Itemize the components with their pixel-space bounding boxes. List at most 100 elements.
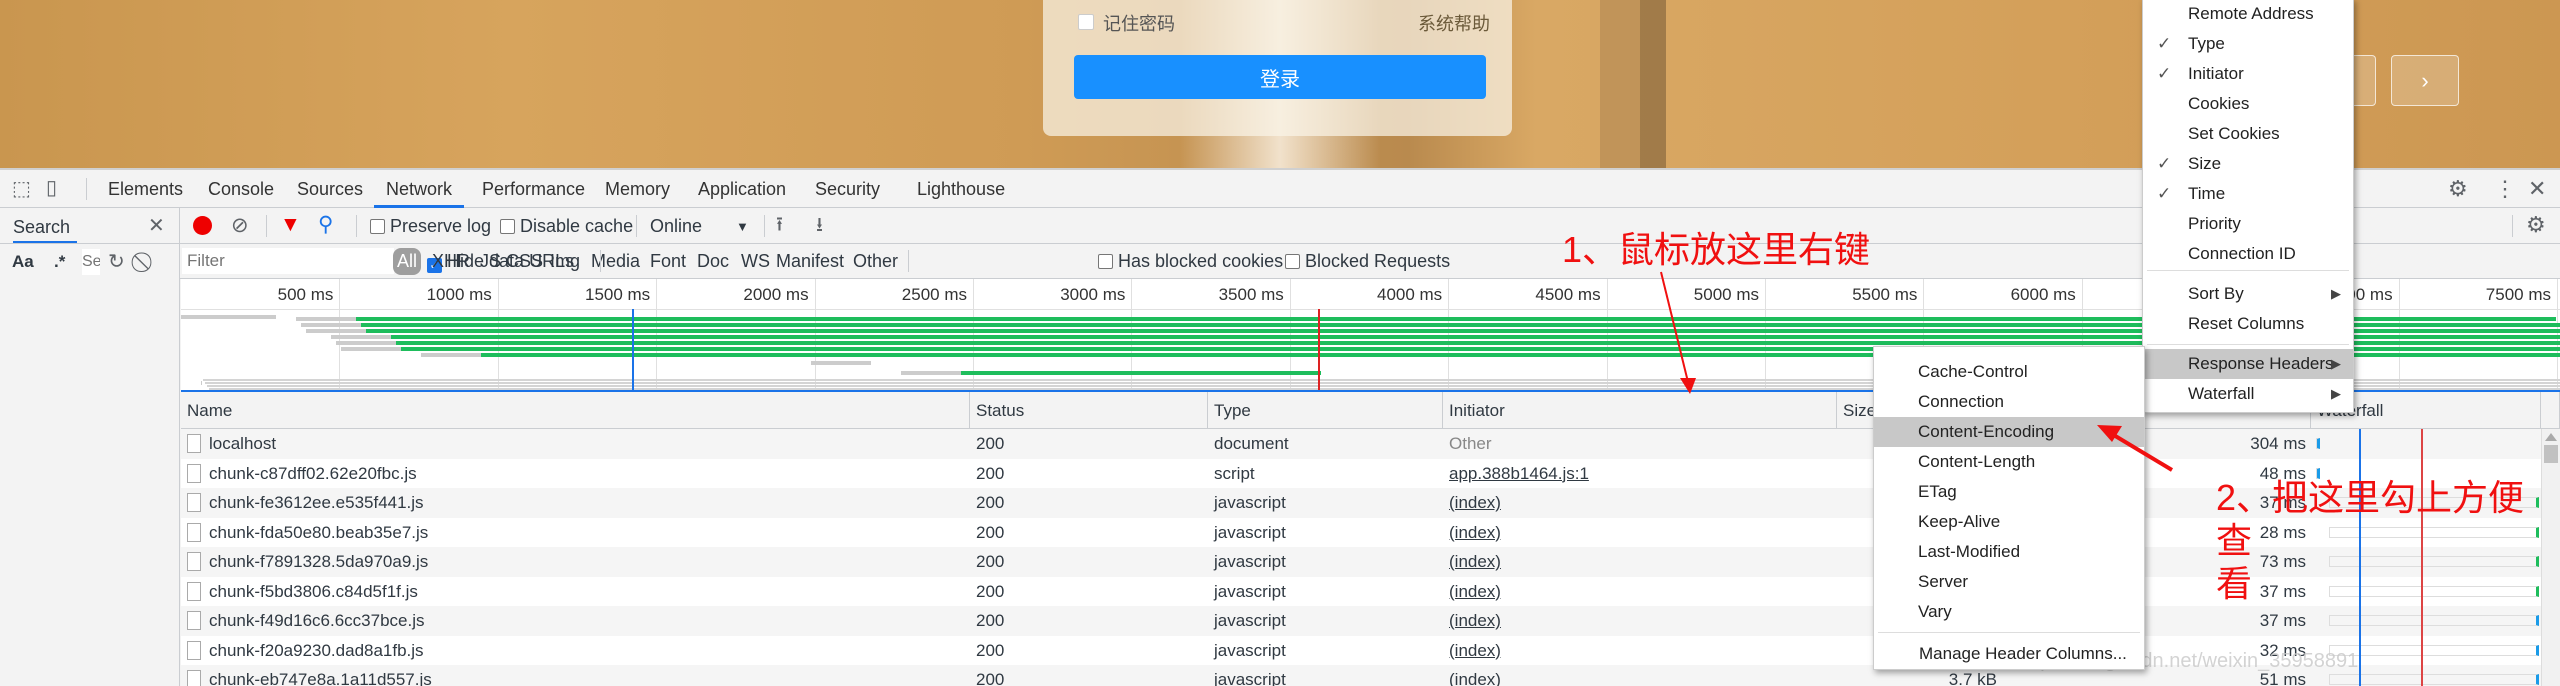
device-toolbar-icon[interactable]: ▯ [46, 178, 57, 198]
table-row[interactable]: chunk-c87dff02.62e20fbc.js 200 script ap… [181, 458, 2560, 489]
menu-item-cookies[interactable]: Cookies [2143, 89, 2353, 119]
type-filter-ws[interactable]: WS [741, 251, 770, 272]
filter-input[interactable] [182, 248, 394, 274]
menu-item-connection[interactable]: Connection [1874, 387, 2144, 417]
remember-checkbox[interactable] [1078, 14, 1094, 30]
cell-initiator[interactable]: app.388b1464.js:1 [1443, 459, 1589, 489]
match-case-toggle[interactable]: Aa [12, 252, 34, 272]
cell-type: script [1214, 463, 1255, 483]
throttling-select[interactable]: Online ▼ [650, 216, 750, 237]
menu-item-content-encoding[interactable]: Content-Encoding [1874, 417, 2144, 447]
type-filter-css[interactable]: CSS [506, 251, 543, 272]
menu-item-last-modified[interactable]: Last-Modified [1874, 537, 2144, 567]
menu-item-response-headers[interactable]: Response Headers ▶ [2143, 349, 2353, 379]
tab-performance[interactable]: Performance [482, 170, 585, 208]
type-filter-other[interactable]: Other [853, 251, 898, 272]
type-filter-media[interactable]: Media [591, 251, 640, 272]
type-filter-font[interactable]: Font [650, 251, 686, 272]
login-button[interactable]: 登录 [1074, 55, 1486, 99]
table-row[interactable]: chunk-f49d16c6.6cc37bce.js 200 javascrip… [181, 606, 2560, 636]
tab-memory[interactable]: Memory [605, 170, 670, 208]
refresh-icon[interactable]: ↻ [108, 252, 125, 272]
overview-request-bar [811, 361, 871, 365]
blocked-requests-checkbox[interactable]: Blocked Requests [1285, 251, 1450, 272]
menu-item-etag[interactable]: ETag [1874, 477, 2144, 507]
inspect-element-icon[interactable]: ⬚ [12, 179, 31, 199]
timeline-tick: 2000 ms [743, 285, 809, 304]
tab-sources[interactable]: Sources [297, 170, 363, 208]
table-row[interactable]: chunk-fda50e80.beab35e7.js 200 javascrip… [181, 517, 2560, 548]
tab-lighthouse[interactable]: Lighthouse [917, 170, 1005, 208]
timeline-tick: 1000 ms [426, 285, 492, 304]
column-header-name[interactable]: Name [181, 392, 970, 429]
column-header-type[interactable]: Type [1208, 392, 1443, 429]
menu-item-waterfall[interactable]: Waterfall ▶ [2143, 379, 2353, 409]
table-row[interactable]: chunk-f5bd3806.c84d5f1f.js 200 javascrip… [181, 576, 2560, 607]
menu-item-initiator[interactable]: ✓ Initiator [2143, 59, 2353, 89]
cell-initiator[interactable]: (index) [1443, 665, 1501, 686]
table-row[interactable]: localhost 200 document Other 304 ms [181, 429, 2560, 459]
menu-item-cache-control[interactable]: Cache-Control [1874, 357, 2144, 387]
menu-item-keep-alive[interactable]: Keep-Alive [1874, 507, 2144, 537]
carousel-next-button[interactable]: › [2391, 55, 2459, 106]
type-filter-manifest[interactable]: Manifest [776, 251, 844, 272]
type-filter-doc[interactable]: Doc [697, 251, 729, 272]
menu-item-vary[interactable]: Vary [1874, 597, 2144, 627]
timeline-tick: 5500 ms [1852, 285, 1918, 304]
type-filter-xhr[interactable]: XHR [432, 251, 470, 272]
tab-elements[interactable]: Elements [108, 170, 183, 208]
tab-application[interactable]: Application [698, 170, 786, 208]
menu-item-remote-address[interactable]: Remote Address [2143, 0, 2353, 29]
tab-console[interactable]: Console [208, 170, 274, 208]
menu-item-priority[interactable]: Priority [2143, 209, 2353, 239]
table-row[interactable]: chunk-fe3612ee.e535f441.js 200 javascrip… [181, 488, 2560, 518]
menu-item-size[interactable]: ✓ Size [2143, 149, 2353, 179]
disable-cache-checkbox[interactable]: Disable cache [500, 216, 633, 237]
search-input[interactable] [82, 249, 100, 275]
menu-item-manage-header-columns[interactable]: Manage Header Columns... [1874, 639, 2144, 669]
export-har-icon[interactable]: ⭳ [816, 215, 823, 235]
cell-initiator[interactable]: (index) [1443, 577, 1501, 607]
search-icon[interactable]: ⚲ [318, 214, 333, 235]
filter-icon[interactable]: ▼ [280, 214, 301, 235]
cell-initiator[interactable]: (index) [1443, 636, 1501, 666]
preserve-log-checkbox[interactable]: Preserve log [370, 216, 491, 237]
clear-log-icon[interactable]: ⊘ [231, 215, 249, 236]
record-icon[interactable] [193, 216, 212, 235]
cell-initiator[interactable]: (index) [1443, 518, 1501, 548]
overview-request-bar [181, 315, 276, 319]
column-header-status[interactable]: Status [970, 392, 1208, 429]
more-options-icon[interactable]: ⋮ [2494, 178, 2516, 200]
menu-item-content-length[interactable]: Content-Length [1874, 447, 2144, 477]
response-headers-submenu: Cache-Control Connection Content-Encoding C… [1873, 346, 2145, 670]
menu-item-reset-columns[interactable]: Reset Columns [2143, 309, 2353, 339]
table-row[interactable]: chunk-f7891328.5da970a9.js 200 javascrip… [181, 547, 2560, 577]
cell-time: 37 ms [2259, 611, 2306, 630]
cell-initiator[interactable]: (index) [1443, 488, 1501, 518]
network-settings-gear-icon[interactable]: ⚙ [2526, 214, 2546, 236]
import-har-icon[interactable]: ⭱ [776, 215, 783, 235]
has-blocked-cookies-checkbox[interactable]: Has blocked cookies [1098, 251, 1283, 272]
type-filter-img[interactable]: Img [550, 251, 580, 272]
menu-item-connection-id[interactable]: Connection ID [2143, 239, 2353, 269]
menu-item-server[interactable]: Server [1874, 567, 2144, 597]
close-devtools-icon[interactable]: ✕ [2528, 178, 2546, 200]
help-link[interactable]: 系统帮助 [1418, 10, 1490, 36]
type-filter-all[interactable]: All [393, 248, 422, 275]
menu-item-set-cookies[interactable]: Set Cookies [2143, 119, 2353, 149]
cell-initiator[interactable]: (index) [1443, 547, 1501, 577]
cell-type: javascript [1214, 493, 1286, 512]
settings-gear-icon[interactable]: ⚙ [2448, 178, 2468, 200]
cell-initiator[interactable]: (index) [1443, 606, 1501, 636]
menu-item-sort-by[interactable]: Sort By ▶ [2143, 279, 2353, 309]
tab-network[interactable]: Network [374, 170, 465, 208]
menu-item-type[interactable]: ✓ Type [2143, 29, 2353, 59]
cell-name: chunk-f20a9230.dad8a1fb.js [181, 636, 970, 666]
type-filter-js[interactable]: JS [480, 251, 501, 272]
tab-security[interactable]: Security [815, 170, 880, 208]
column-header-initiator[interactable]: Initiator [1443, 392, 1837, 429]
menu-item-time[interactable]: ✓ Time [2143, 179, 2353, 209]
file-icon [187, 522, 201, 542]
cell-type: javascript [1214, 522, 1286, 542]
regex-toggle[interactable]: .* [54, 252, 65, 272]
